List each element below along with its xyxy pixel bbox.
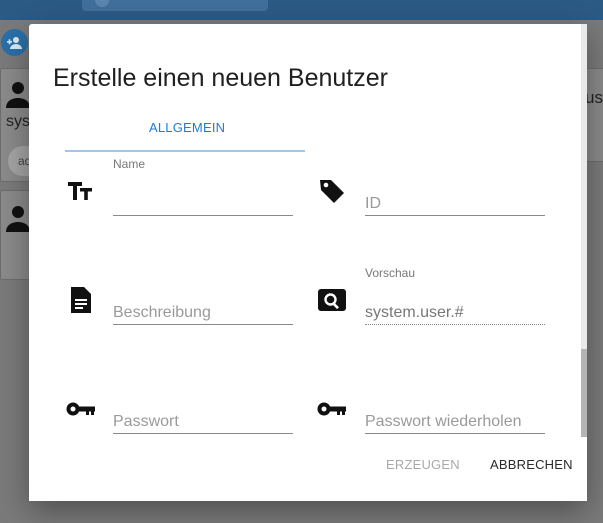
name-field[interactable]: Name [113, 153, 293, 217]
user-icon [6, 206, 30, 232]
tab-general-label: ALLGEMEIN [149, 119, 226, 135]
key-icon [66, 394, 96, 424]
dialog-footer: ERZEUGEN ABBRECHEN [29, 437, 587, 501]
key-icon [317, 394, 347, 424]
add-user-button[interactable] [1, 29, 28, 56]
app-header [0, 0, 603, 20]
id-field[interactable]: ID [365, 153, 545, 217]
id-input[interactable]: ID [365, 192, 545, 216]
preview-field: Vorschau system.user.# [365, 262, 545, 326]
name-input[interactable] [113, 192, 293, 216]
search-preview-icon [317, 285, 347, 315]
user-card-right-name: us [585, 88, 603, 107]
add-group-icon [6, 36, 22, 49]
description-field[interactable]: Beschreibung [113, 262, 293, 326]
password-repeat-field[interactable]: Passwort wiederholen [365, 371, 545, 435]
header-search-field[interactable] [82, 0, 268, 11]
dialog-title: Erstelle einen neuen Benutzer [53, 64, 388, 92]
text-format-icon [66, 176, 96, 206]
cancel-button[interactable]: ABBRECHEN [490, 457, 573, 472]
tab-bar: ALLGEMEIN [65, 104, 545, 152]
name-field-label: Name [113, 157, 146, 171]
document-icon [66, 285, 96, 315]
user-card-name: sys [6, 113, 30, 130]
tag-icon [317, 176, 347, 206]
user-icon [6, 82, 30, 108]
password-repeat-input[interactable]: Passwort wiederholen [365, 410, 545, 434]
preview-field-label: Vorschau [365, 266, 416, 280]
create-button[interactable]: ERZEUGEN [386, 457, 460, 472]
tab-general[interactable]: ALLGEMEIN [65, 104, 305, 152]
create-user-dialog: Erstelle einen neuen Benutzer ALLGEMEIN … [29, 24, 587, 501]
description-input[interactable]: Beschreibung [113, 301, 293, 325]
form-scroll-area[interactable]: Name ID Beschreibung Vorschau system.use… [29, 153, 581, 437]
scrollbar-thumb[interactable] [581, 349, 587, 437]
preview-value: system.user.# [365, 301, 545, 325]
password-input[interactable]: Passwort [113, 410, 293, 434]
password-field[interactable]: Passwort [113, 371, 293, 435]
